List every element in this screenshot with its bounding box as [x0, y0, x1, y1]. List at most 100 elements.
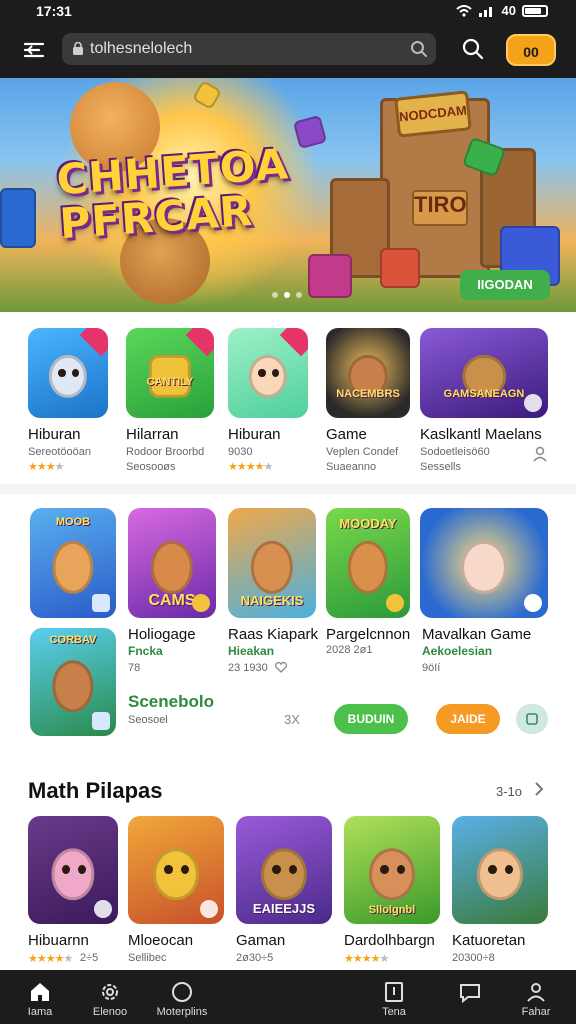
- search-bar[interactable]: [62, 33, 436, 65]
- carousel-dot[interactable]: [296, 292, 302, 298]
- lock-icon: [73, 42, 83, 55]
- bookmark-button[interactable]: [516, 704, 548, 734]
- coin-icon: [192, 594, 210, 612]
- arrow-icon: [524, 394, 542, 412]
- app-subtitle: 9030: [228, 446, 253, 458]
- app-thumbnail[interactable]: CANTILY: [126, 328, 214, 418]
- app-thumbnail[interactable]: GAMSANEAGN: [420, 328, 548, 418]
- coin-button[interactable]: 00: [506, 34, 556, 66]
- character-face: [150, 540, 194, 594]
- app-meta: 78: [128, 662, 141, 674]
- app-title: Hiburan: [228, 426, 281, 443]
- search-input[interactable]: [90, 33, 390, 65]
- carousel-dots[interactable]: [272, 292, 302, 298]
- app-thumbnail[interactable]: [28, 328, 108, 418]
- app-title: Hibuarnn: [28, 932, 89, 949]
- chevron-right-icon[interactable]: [532, 782, 546, 796]
- character-face: [52, 540, 94, 594]
- new-badge: [185, 328, 214, 357]
- play-button[interactable]: JAIDE: [436, 704, 500, 734]
- menu-icon[interactable]: [22, 38, 48, 62]
- character-face: [52, 660, 94, 713]
- app-thumbnail[interactable]: MOODAY: [326, 508, 410, 618]
- thumbnail-label: NAIGEKIS: [240, 593, 304, 608]
- nav-home[interactable]: Iama: [14, 970, 66, 1024]
- character-eye: [258, 368, 266, 377]
- app-meta: 2028 2ø1: [326, 644, 373, 656]
- gift-box: [380, 248, 420, 288]
- rating-stars: ★★★★★: [228, 461, 273, 473]
- app-subtitle: Sessells: [420, 461, 461, 473]
- banner-cta-button[interactable]: IIGODAN: [460, 270, 550, 300]
- app-title: Katuoretan: [452, 932, 526, 949]
- character-face: [460, 540, 508, 594]
- app-title: Holiogage: [128, 626, 196, 643]
- character-face: [250, 540, 294, 594]
- thumbnail-label: MOOB: [55, 516, 91, 528]
- app-thumbnail[interactable]: CAMS: [128, 508, 216, 618]
- app-subtitle: Sodoetleisö60: [420, 446, 490, 458]
- search-icon[interactable]: [410, 40, 428, 58]
- featured-count: 3X: [284, 712, 300, 727]
- app-thumbnail[interactable]: [452, 816, 548, 924]
- character-face: [51, 848, 95, 901]
- app-thumbnail[interactable]: [420, 508, 548, 618]
- nav-label: Iama: [27, 1006, 53, 1018]
- app-thumbnail[interactable]: NAIGEKIS: [228, 508, 316, 618]
- top-bar: 00: [0, 24, 576, 78]
- app-thumbnail[interactable]: [28, 816, 118, 924]
- nav-label: Moterplins: [156, 1006, 208, 1018]
- nav-chat[interactable]: [444, 970, 496, 1024]
- app-thumbnail[interactable]: EAIEEJJS: [236, 816, 332, 924]
- app-title: Hiburan: [28, 426, 81, 443]
- user-icon[interactable]: [532, 446, 548, 462]
- character-face: [476, 848, 524, 901]
- thumbnail-label: MOODAY: [339, 516, 397, 531]
- see-all-link[interactable]: 3-1o: [496, 784, 522, 799]
- carousel-dot-active[interactable]: [284, 292, 290, 298]
- app-title: Game: [326, 426, 367, 443]
- bottom-navigation: Iama Elenoo Moterplins Tena Fahar: [0, 970, 576, 1024]
- wifi-icon: [455, 4, 472, 17]
- app-thumbnail[interactable]: NACEMBRS: [326, 328, 410, 418]
- new-badge: [79, 328, 108, 357]
- app-thumbnail[interactable]: CORBAV: [30, 628, 116, 736]
- app-subtitle: Veplen Condef: [326, 446, 399, 458]
- nav-tablet[interactable]: Tena: [368, 970, 420, 1024]
- search-icon[interactable]: [462, 38, 484, 60]
- featured-title: Scenebolo: [128, 692, 214, 711]
- app-meta: 2÷5: [80, 952, 99, 964]
- new-badge: [279, 328, 308, 357]
- menu-icon: [92, 712, 110, 730]
- rating-stars: ★★★★★: [28, 953, 73, 965]
- app-thumbnail[interactable]: [128, 816, 224, 924]
- nav-settings[interactable]: Elenoo: [84, 970, 136, 1024]
- coin-icon: [524, 594, 542, 612]
- banner-title: CHHETOA PFRCAR: [55, 139, 291, 249]
- nav-label: Tena: [382, 1006, 406, 1018]
- app-thumbnail[interactable]: [228, 328, 308, 418]
- battery-icon: [522, 4, 548, 17]
- thumbnail-label: EAIEEJJS: [252, 901, 316, 916]
- brush-icon: [94, 900, 112, 918]
- app-meta: Sellibec: [128, 952, 167, 964]
- rating-stars: ★★★★★: [344, 953, 389, 965]
- app-thumbnail[interactable]: Sllolgnbl: [344, 816, 440, 924]
- heart-icon[interactable]: [274, 660, 288, 674]
- carousel-dot[interactable]: [272, 292, 278, 298]
- featured-subtitle: Seosoel: [128, 714, 168, 726]
- install-button[interactable]: BUDUIN: [334, 704, 408, 734]
- character-face: [260, 848, 308, 901]
- hero-banner[interactable]: NODCDAM TIRO CHHETOA PFRCAR IIGODAN: [0, 78, 576, 312]
- app-thumbnail[interactable]: MOOB: [30, 508, 116, 618]
- character-eye: [272, 368, 280, 377]
- gift-box: [308, 254, 352, 298]
- app-subtitle: Aekoelesian: [422, 644, 493, 658]
- gift-box: [0, 188, 36, 248]
- home-icon: [31, 983, 49, 1001]
- app-meta: 20300÷8: [452, 952, 495, 964]
- app-subtitle: Fncka: [128, 644, 163, 658]
- nav-multiplayer[interactable]: Moterplins: [150, 970, 214, 1024]
- character-face: [152, 848, 200, 901]
- nav-profile[interactable]: Fahar: [510, 970, 562, 1024]
